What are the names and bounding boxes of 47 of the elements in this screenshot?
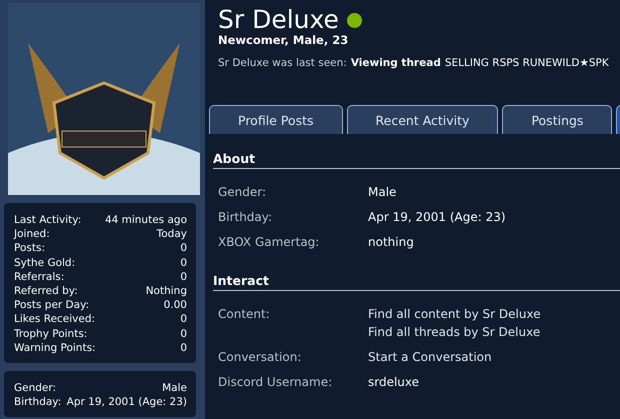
profile-tab[interactable]: Recent Activity — [346, 105, 498, 134]
stat-value: 0 — [180, 340, 187, 356]
last-seen-action: Viewing thread — [350, 57, 441, 69]
last-seen-label: Sr Deluxe was last seen: — [218, 57, 347, 69]
stat-label: Sythe Gold: — [14, 256, 76, 270]
stat-label: Warning Points: — [14, 340, 96, 356]
info-value: Apr 19, 2001 (Age: 23) — [66, 395, 187, 410]
stat-value: 0.00 — [164, 298, 187, 312]
field-label: Discord Username: — [218, 374, 334, 391]
stat-label: Joined: — [14, 227, 50, 242]
thread-link[interactable]: SELLING RSPS RUNEWILD★SPK — [444, 57, 609, 69]
stat-label: Posts per Day: — [14, 298, 90, 312]
stat-value: Nothing — [146, 284, 187, 298]
stat-value: 0 — [180, 256, 187, 270]
username: Sr Deluxe — [218, 6, 339, 34]
section-heading: About — [213, 151, 620, 169]
stat-value: 0 — [180, 312, 187, 327]
stat-label: Last Activity: — [14, 213, 82, 228]
field-value: nothing — [368, 234, 414, 251]
field-value: Apr 19, 2001 (Age: 23) — [368, 209, 506, 226]
field-value: Male — [368, 184, 396, 201]
field-label: XBOX Gamertag: — [218, 234, 320, 251]
user-subtitle: Newcomer, Male, 23 — [218, 34, 350, 47]
info-label: Gender: — [14, 381, 56, 396]
field-label: Content: — [218, 306, 271, 323]
stat-label: Likes Received: — [14, 312, 96, 327]
field-label: Conversation: — [218, 349, 302, 366]
info-value: Male — [162, 381, 187, 396]
stat-label: Referred by: — [14, 284, 78, 298]
field-label: Gender: — [218, 184, 268, 201]
profile-link[interactable]: Find all content by Sr Deluxe — [368, 305, 541, 323]
profile-tab[interactable]: Postings — [502, 105, 612, 134]
profile-link[interactable]: Start a Conversation — [368, 348, 492, 366]
field-label: Birthday: — [218, 209, 274, 226]
profile-link[interactable]: Find all threads by Sr Deluxe — [368, 323, 541, 341]
stat-label: Trophy Points: — [14, 326, 88, 341]
stat-value: Today — [156, 227, 187, 242]
stat-value: 44 minutes ago — [104, 213, 187, 228]
info-label: Birthday: — [14, 395, 62, 410]
stat-label: Referrals: — [14, 270, 64, 284]
stat-value: 0 — [180, 241, 187, 256]
stat-value: 0 — [180, 326, 187, 341]
field-value: srdeluxe — [368, 374, 420, 391]
profile-tab[interactable]: Profile Posts — [209, 105, 343, 134]
section-heading: Interact — [213, 273, 620, 291]
stat-label: Posts: — [14, 241, 45, 256]
stat-value: 0 — [180, 270, 187, 284]
